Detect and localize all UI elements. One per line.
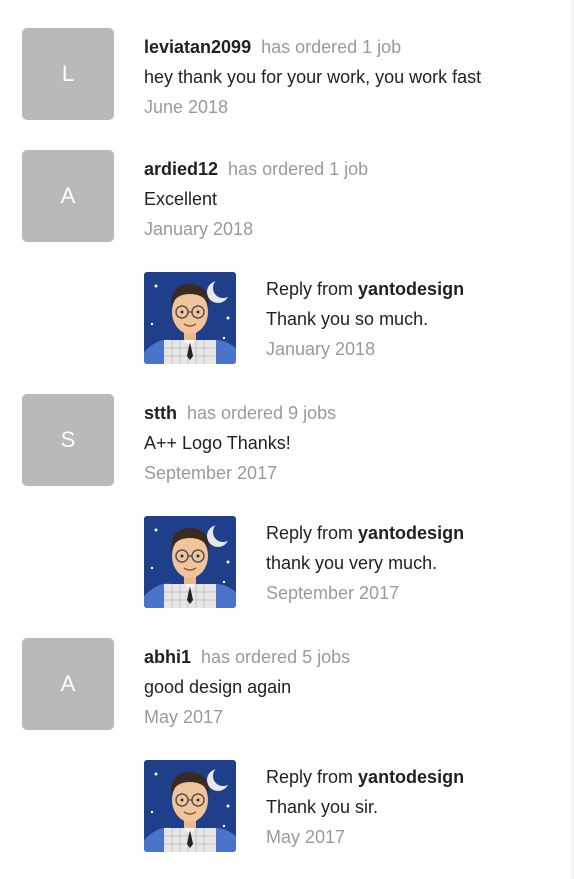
buyer-avatar[interactable]: A	[22, 638, 114, 730]
reply-header: Reply from yantodesign	[266, 762, 566, 792]
review-header: abhi1 has ordered 5 jobs	[144, 642, 564, 672]
reply-header: Reply from yantodesign	[266, 518, 566, 548]
reply-date: January 2018	[266, 339, 376, 359]
reply-date: May 2017	[266, 827, 346, 847]
buyer-avatar[interactable]: L	[22, 28, 114, 120]
review-header: stth has ordered 9 jobs	[144, 398, 564, 428]
review-content: abhi1 has ordered 5 jobs good design agai…	[144, 642, 564, 732]
reply-message: Thank you so much.	[266, 309, 429, 329]
review-item: L leviatan2099 has ordered 1 job hey than…	[0, 28, 574, 120]
buyer-username[interactable]: leviatan2099	[144, 37, 251, 57]
seller-avatar[interactable]	[144, 272, 236, 364]
review-header: ardied12 has ordered 1 job	[144, 154, 564, 184]
review-item: A abhi1 has ordered 5 jobs good design ag…	[0, 638, 574, 730]
reply-header: Reply from yantodesign	[266, 274, 566, 304]
seller-avatar[interactable]	[144, 516, 236, 608]
seller-avatar[interactable]	[144, 760, 236, 852]
reply-prefix: Reply from	[266, 279, 354, 299]
buyer-username[interactable]: stth	[144, 403, 177, 423]
reply-prefix: Reply from	[266, 767, 354, 787]
reply-message: thank you very much.	[266, 553, 438, 573]
review-message: hey thank you for your work, you work fa…	[144, 67, 482, 87]
review-date: January 2018	[144, 219, 254, 239]
seller-avatar-illustration	[144, 272, 236, 364]
review-content: ardied12 has ordered 1 job Excellent Janu…	[144, 154, 564, 244]
seller-username[interactable]: yantodesign	[358, 523, 464, 543]
reply-message: Thank you sir.	[266, 797, 379, 817]
review-item: S stth has ordered 9 jobs A++ Logo Thanks…	[0, 394, 574, 486]
seller-avatar-illustration	[144, 760, 236, 852]
review-date: June 2018	[144, 97, 229, 117]
seller-avatar-illustration	[144, 516, 236, 608]
buyer-avatar[interactable]: A	[22, 150, 114, 242]
reply-date: September 2017	[266, 583, 400, 603]
seller-username[interactable]: yantodesign	[358, 767, 464, 787]
order-count: has ordered 9 jobs	[187, 403, 337, 423]
reply-prefix: Reply from	[266, 523, 354, 543]
review-message: Excellent	[144, 189, 218, 209]
reply-content: Reply from yantodesign Thank you sir. Ma…	[266, 762, 566, 852]
review-message: A++ Logo Thanks!	[144, 433, 291, 453]
order-count: has ordered 5 jobs	[201, 647, 351, 667]
seller-username[interactable]: yantodesign	[358, 279, 464, 299]
review-content: stth has ordered 9 jobs A++ Logo Thanks! …	[144, 398, 564, 488]
review-header: leviatan2099 has ordered 1 job	[144, 32, 564, 62]
review-date: May 2017	[144, 707, 224, 727]
review-item: A ardied12 has ordered 1 job Excellent Ja…	[0, 150, 574, 242]
buyer-avatar[interactable]: S	[22, 394, 114, 486]
seller-reply: Reply from yantodesign Thank you so much…	[0, 272, 574, 364]
review-date: September 2017	[144, 463, 278, 483]
order-count: has ordered 1 job	[261, 37, 402, 57]
buyer-username[interactable]: ardied12	[144, 159, 218, 179]
order-count: has ordered 1 job	[228, 159, 369, 179]
seller-reply: Reply from yantodesign Thank you sir. Ma…	[0, 760, 574, 852]
reply-content: Reply from yantodesign Thank you so much…	[266, 274, 566, 364]
reply-content: Reply from yantodesign thank you very mu…	[266, 518, 566, 608]
buyer-username[interactable]: abhi1	[144, 647, 191, 667]
review-content: leviatan2099 has ordered 1 job hey thank …	[144, 32, 564, 122]
review-message: good design again	[144, 677, 292, 697]
seller-reply: Reply from yantodesign thank you very mu…	[0, 516, 574, 608]
